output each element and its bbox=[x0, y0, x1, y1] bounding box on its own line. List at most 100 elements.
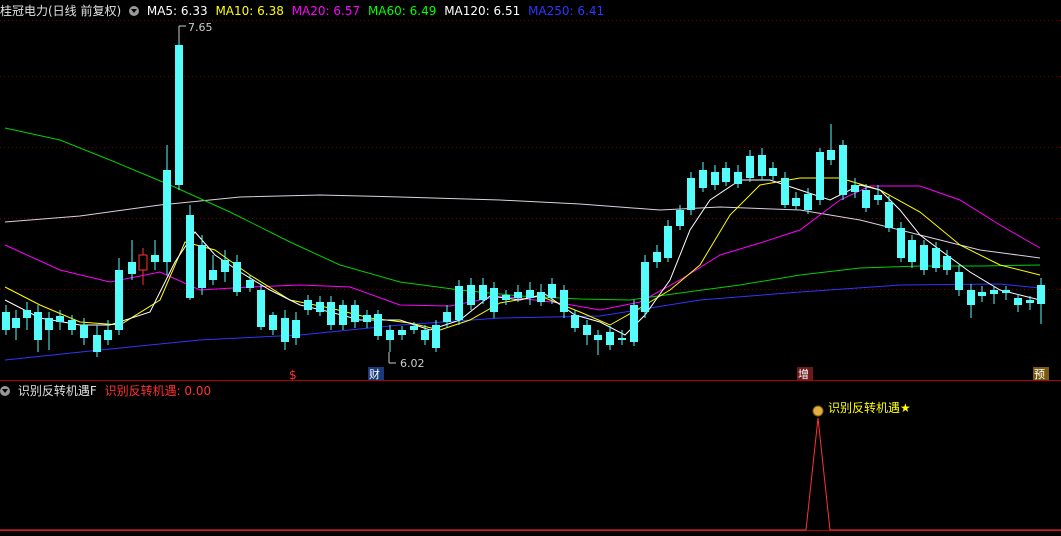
candle-body bbox=[514, 292, 522, 298]
candle-body bbox=[781, 178, 789, 205]
candle-body bbox=[560, 290, 568, 312]
candle-body bbox=[792, 198, 800, 206]
candle-body bbox=[186, 215, 194, 298]
candle-body bbox=[23, 310, 31, 318]
marker-yu: 预 bbox=[1034, 368, 1045, 381]
grid bbox=[0, 20, 1061, 531]
candle-body bbox=[687, 178, 695, 210]
candle-body bbox=[816, 152, 824, 200]
candle-body bbox=[138, 254, 148, 271]
candle-body bbox=[374, 314, 382, 336]
marker-dollar: $ bbox=[289, 368, 297, 382]
ma250-line bbox=[4, 283, 1041, 361]
candle-body bbox=[885, 202, 893, 228]
ma60-line bbox=[4, 127, 1041, 301]
candle-body bbox=[45, 318, 53, 330]
candle-body bbox=[990, 290, 998, 294]
candles bbox=[2, 38, 1045, 357]
candle-body bbox=[1026, 300, 1034, 303]
chart-canvas[interactable]: 7.65 6.02 $ 财 增 预 识别反转机遇★ bbox=[0, 0, 1061, 536]
candle-body bbox=[351, 305, 359, 322]
candle-body bbox=[746, 156, 754, 178]
candle-body bbox=[163, 170, 171, 262]
candle-body bbox=[363, 315, 371, 322]
candle-body bbox=[1037, 285, 1045, 304]
candle-body bbox=[80, 325, 88, 338]
candle-body bbox=[292, 320, 300, 338]
candle-body bbox=[769, 168, 777, 176]
candle-body bbox=[490, 288, 498, 312]
marker-cai: 财 bbox=[369, 367, 380, 381]
candle-body bbox=[664, 226, 672, 258]
candle-body bbox=[2, 312, 10, 330]
candle-body bbox=[467, 285, 475, 305]
candle-body bbox=[734, 172, 742, 184]
candle-body bbox=[269, 315, 277, 330]
money-bag-icon bbox=[812, 405, 824, 417]
candle-body bbox=[862, 190, 870, 208]
candle-body bbox=[304, 300, 312, 310]
candle-body bbox=[537, 292, 545, 302]
candle-body bbox=[630, 305, 638, 342]
candle-body bbox=[548, 284, 556, 298]
candle-body bbox=[421, 330, 429, 340]
candle-body bbox=[151, 255, 159, 262]
candle-body bbox=[583, 325, 591, 335]
candle-body bbox=[198, 245, 206, 288]
candle-body bbox=[594, 335, 602, 340]
candle-body bbox=[432, 325, 440, 348]
candle-body bbox=[56, 316, 64, 322]
high-price-label: 7.65 bbox=[188, 21, 213, 34]
candle-body bbox=[175, 45, 183, 185]
candle-body bbox=[502, 295, 510, 300]
candle-body bbox=[955, 272, 963, 290]
candle-body bbox=[316, 302, 324, 312]
candle-body bbox=[34, 312, 42, 340]
candle-body bbox=[967, 290, 975, 305]
candle-body bbox=[246, 280, 254, 288]
candle-body bbox=[1014, 298, 1022, 305]
candle-body bbox=[978, 292, 986, 296]
marker-zeng: 增 bbox=[798, 367, 809, 381]
candle-body bbox=[12, 318, 20, 328]
candle-body bbox=[93, 335, 101, 352]
candle-body bbox=[455, 286, 463, 320]
candle-body bbox=[758, 155, 766, 176]
candle-body bbox=[874, 195, 882, 200]
candle-body bbox=[398, 330, 406, 335]
candle-body bbox=[571, 315, 579, 328]
candle-body bbox=[908, 240, 916, 262]
low-price-label: 6.02 bbox=[400, 357, 425, 370]
candle-body bbox=[233, 262, 241, 292]
candle-body bbox=[443, 312, 451, 322]
candle-body bbox=[479, 285, 487, 300]
candle-body bbox=[386, 330, 394, 340]
indicator-signal: 识别反转机遇★ bbox=[0, 400, 1061, 531]
signal-label: 识别反转机遇★ bbox=[828, 400, 911, 415]
candle-body bbox=[1002, 290, 1010, 293]
candle-body bbox=[209, 270, 217, 280]
candle-body bbox=[920, 245, 928, 270]
candle-body bbox=[115, 270, 123, 330]
candle-body bbox=[839, 145, 847, 195]
candle-body bbox=[68, 320, 76, 330]
candle-body bbox=[606, 332, 614, 345]
candle-body bbox=[339, 305, 347, 325]
moving-averages bbox=[4, 127, 1041, 361]
candle-body bbox=[943, 256, 951, 270]
candle-body bbox=[618, 338, 626, 340]
candle-body bbox=[827, 150, 835, 160]
candle-body bbox=[526, 290, 534, 298]
candle-body bbox=[281, 318, 289, 342]
candle-body bbox=[327, 302, 335, 325]
ma5-line bbox=[4, 179, 1041, 336]
candle-body bbox=[410, 326, 418, 330]
candle-body bbox=[221, 260, 229, 272]
ma120-line bbox=[4, 194, 1041, 259]
candle-body bbox=[722, 168, 730, 182]
candle-body bbox=[128, 262, 136, 274]
candle-body bbox=[653, 252, 661, 262]
candle-body bbox=[851, 185, 859, 192]
candle-body bbox=[257, 290, 265, 327]
candle-body bbox=[676, 210, 684, 226]
